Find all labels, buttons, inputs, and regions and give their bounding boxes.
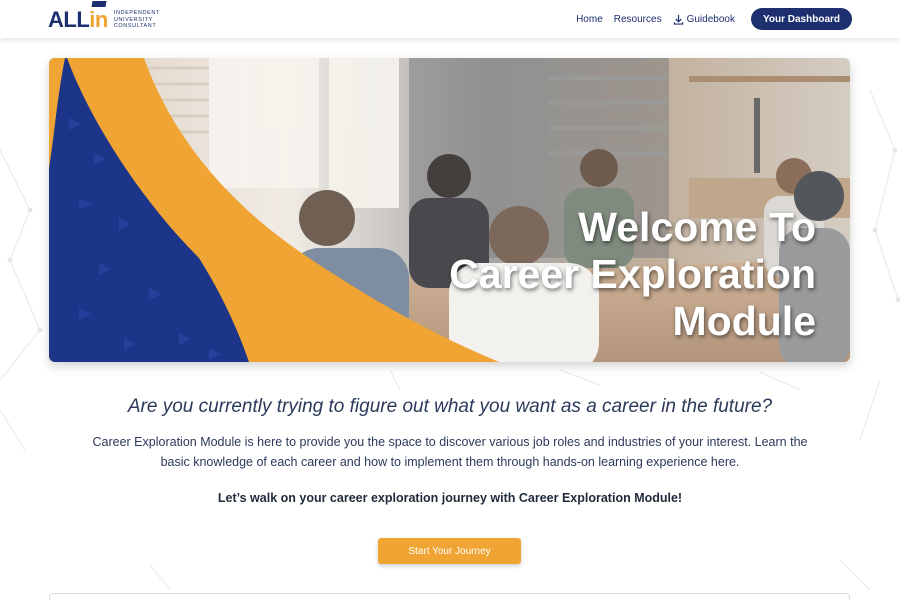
hero-banner: Welcome To Career Exploration Module <box>49 58 850 362</box>
nav-link-label: Home <box>576 13 603 25</box>
logo-tagline: Independent University Consultant <box>114 10 160 30</box>
nav-links: Home Resources Guidebook Your Dashboard <box>565 0 852 38</box>
logo-tagline-line: Consultant <box>113 23 157 30</box>
hero-title: Welcome To Career Exploration Module <box>449 204 816 345</box>
top-navbar: ALLin Independent University Consultant … <box>0 0 900 38</box>
nav-link-home[interactable]: Home <box>576 14 603 25</box>
call-to-action-text: Let’s walk on your career exploration jo… <box>217 491 683 505</box>
intro-description: Career Exploration Module is here to pro… <box>92 435 808 469</box>
nav-link-guidebook[interactable]: Guidebook <box>673 14 735 25</box>
next-section-card <box>49 593 850 600</box>
start-your-journey-button[interactable]: Start Your Journey <box>378 538 521 564</box>
hero-title-line: Career Exploration <box>449 251 816 297</box>
logo-main-text: ALL <box>48 7 90 32</box>
nav-link-resources[interactable]: Resources <box>614 14 662 25</box>
brand-logo[interactable]: ALLin Independent University Consultant <box>48 1 160 34</box>
logo-wordmark: ALLin <box>48 1 108 32</box>
hero-title-line: Module <box>672 298 816 344</box>
download-icon <box>673 14 683 25</box>
logo-tagline-line: Independent <box>113 10 160 17</box>
your-dashboard-button[interactable]: Your Dashboard <box>750 8 852 30</box>
nav-link-label: Guidebook <box>686 13 735 25</box>
graduation-cap-icon <box>91 1 107 7</box>
hero-title-line: Welcome To <box>578 204 816 250</box>
nav-link-label: Resources <box>613 13 662 25</box>
logo-accent-text: in <box>89 7 108 32</box>
intro-question: Are you currently trying to figure out w… <box>127 396 773 417</box>
